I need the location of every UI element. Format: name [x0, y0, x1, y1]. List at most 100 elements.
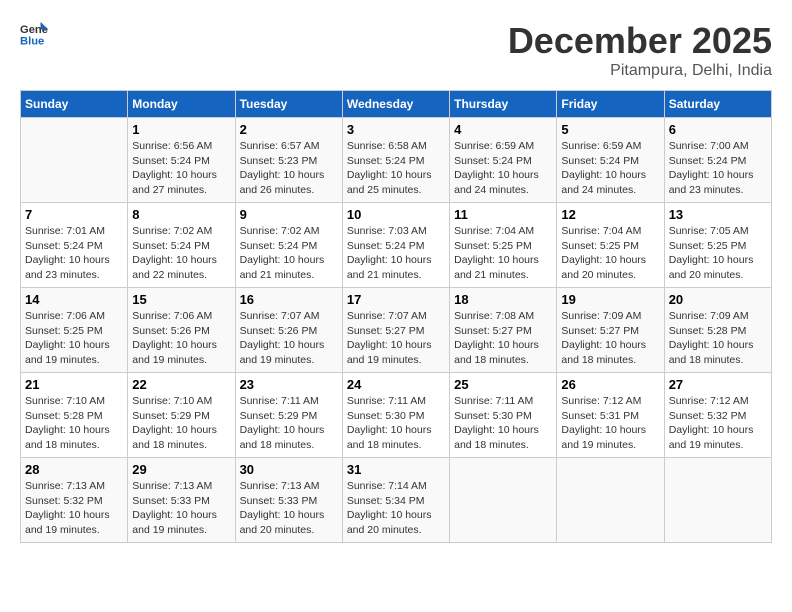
calendar-cell: [664, 458, 771, 543]
header-monday: Monday: [128, 91, 235, 118]
day-info: Sunrise: 7:10 AMSunset: 5:29 PMDaylight:…: [132, 394, 230, 453]
calendar-table: Sunday Monday Tuesday Wednesday Thursday…: [20, 90, 772, 543]
header-tuesday: Tuesday: [235, 91, 342, 118]
calendar-cell: 20Sunrise: 7:09 AMSunset: 5:28 PMDayligh…: [664, 288, 771, 373]
day-number: 3: [347, 122, 445, 137]
weekday-row: Sunday Monday Tuesday Wednesday Thursday…: [21, 91, 772, 118]
day-info: Sunrise: 7:04 AMSunset: 5:25 PMDaylight:…: [454, 224, 552, 283]
calendar-cell: 22 Sunrise: 7:10 AMSunset: 5:29 PMDayligh…: [128, 373, 235, 458]
month-title: December 2025: [508, 20, 772, 62]
calendar-cell: 24Sunrise: 7:11 AMSunset: 5:30 PMDayligh…: [342, 373, 449, 458]
calendar-body: 1 Sunrise: 6:56 AMSunset: 5:24 PMDaylight…: [21, 118, 772, 543]
calendar-cell: 30 Sunrise: 7:13 AMSunset: 5:33 PMDayligh…: [235, 458, 342, 543]
calendar-cell: 13Sunrise: 7:05 AMSunset: 5:25 PMDayligh…: [664, 203, 771, 288]
day-info: Sunrise: 7:13 AMSunset: 5:33 PMDaylight:…: [132, 479, 230, 538]
day-number: 15: [132, 292, 230, 307]
calendar-cell: 16Sunrise: 7:07 AMSunset: 5:26 PMDayligh…: [235, 288, 342, 373]
calendar-cell: 3 Sunrise: 6:58 AMSunset: 5:24 PMDaylight…: [342, 118, 449, 203]
day-number: 23: [240, 377, 338, 392]
day-info: Sunrise: 7:12 AMSunset: 5:31 PMDaylight:…: [561, 394, 659, 453]
day-number: 7: [25, 207, 123, 222]
calendar-cell: 18 Sunrise: 7:08 AMSunset: 5:27 PMDayligh…: [450, 288, 557, 373]
day-info: Sunrise: 7:02 AMSunset: 5:24 PMDaylight:…: [132, 224, 230, 283]
logo: General Blue: [20, 20, 48, 48]
day-info: Sunrise: 6:57 AMSunset: 5:23 PMDaylight:…: [240, 139, 338, 198]
day-info: Sunrise: 7:04 AMSunset: 5:25 PMDaylight:…: [561, 224, 659, 283]
calendar-cell: 11 Sunrise: 7:04 AMSunset: 5:25 PMDayligh…: [450, 203, 557, 288]
calendar-cell: 10 Sunrise: 7:03 AMSunset: 5:24 PMDayligh…: [342, 203, 449, 288]
day-number: 2: [240, 122, 338, 137]
day-number: 28: [25, 462, 123, 477]
day-number: 25: [454, 377, 552, 392]
day-number: 19: [561, 292, 659, 307]
day-number: 6: [669, 122, 767, 137]
calendar-header: Sunday Monday Tuesday Wednesday Thursday…: [21, 91, 772, 118]
calendar-week-4: 21Sunrise: 7:10 AMSunset: 5:28 PMDayligh…: [21, 373, 772, 458]
calendar-cell: 27Sunrise: 7:12 AMSunset: 5:32 PMDayligh…: [664, 373, 771, 458]
calendar-week-3: 14Sunrise: 7:06 AMSunset: 5:25 PMDayligh…: [21, 288, 772, 373]
day-number: 5: [561, 122, 659, 137]
calendar-cell: 12 Sunrise: 7:04 AMSunset: 5:25 PMDayligh…: [557, 203, 664, 288]
title-section: December 2025 Pitampura, Delhi, India: [508, 20, 772, 80]
day-info: Sunrise: 7:13 AMSunset: 5:33 PMDaylight:…: [240, 479, 338, 538]
day-info: Sunrise: 7:06 AMSunset: 5:26 PMDaylight:…: [132, 309, 230, 368]
calendar-cell: 15 Sunrise: 7:06 AMSunset: 5:26 PMDayligh…: [128, 288, 235, 373]
calendar-cell: 19 Sunrise: 7:09 AMSunset: 5:27 PMDayligh…: [557, 288, 664, 373]
day-number: 13: [669, 207, 767, 222]
day-info: Sunrise: 7:10 AMSunset: 5:28 PMDaylight:…: [25, 394, 123, 453]
calendar-cell: 7Sunrise: 7:01 AMSunset: 5:24 PMDaylight…: [21, 203, 128, 288]
day-info: Sunrise: 7:11 AMSunset: 5:29 PMDaylight:…: [240, 394, 338, 453]
calendar-cell: 6 Sunrise: 7:00 AMSunset: 5:24 PMDaylight…: [664, 118, 771, 203]
day-number: 1: [132, 122, 230, 137]
calendar-cell: 2 Sunrise: 6:57 AMSunset: 5:23 PMDaylight…: [235, 118, 342, 203]
calendar-cell: 25 Sunrise: 7:11 AMSunset: 5:30 PMDayligh…: [450, 373, 557, 458]
day-number: 10: [347, 207, 445, 222]
svg-text:Blue: Blue: [20, 35, 44, 47]
calendar-cell: [450, 458, 557, 543]
day-number: 16: [240, 292, 338, 307]
day-info: Sunrise: 7:11 AMSunset: 5:30 PMDaylight:…: [454, 394, 552, 453]
day-info: Sunrise: 7:00 AMSunset: 5:24 PMDaylight:…: [669, 139, 767, 198]
calendar-cell: 9Sunrise: 7:02 AMSunset: 5:24 PMDaylight…: [235, 203, 342, 288]
calendar-cell: 1 Sunrise: 6:56 AMSunset: 5:24 PMDaylight…: [128, 118, 235, 203]
day-number: 8: [132, 207, 230, 222]
day-info: Sunrise: 7:06 AMSunset: 5:25 PMDaylight:…: [25, 309, 123, 368]
calendar-week-1: 1 Sunrise: 6:56 AMSunset: 5:24 PMDaylight…: [21, 118, 772, 203]
header-friday: Friday: [557, 91, 664, 118]
calendar-cell: 21Sunrise: 7:10 AMSunset: 5:28 PMDayligh…: [21, 373, 128, 458]
header-thursday: Thursday: [450, 91, 557, 118]
day-info: Sunrise: 7:07 AMSunset: 5:27 PMDaylight:…: [347, 309, 445, 368]
day-number: 30: [240, 462, 338, 477]
day-info: Sunrise: 7:08 AMSunset: 5:27 PMDaylight:…: [454, 309, 552, 368]
location: Pitampura, Delhi, India: [508, 62, 772, 80]
day-info: Sunrise: 7:13 AMSunset: 5:32 PMDaylight:…: [25, 479, 123, 538]
day-number: 22: [132, 377, 230, 392]
day-info: Sunrise: 7:09 AMSunset: 5:27 PMDaylight:…: [561, 309, 659, 368]
page-header: General Blue December 2025 Pitampura, De…: [20, 20, 772, 80]
day-number: 12: [561, 207, 659, 222]
header-sunday: Sunday: [21, 91, 128, 118]
day-info: Sunrise: 6:56 AMSunset: 5:24 PMDaylight:…: [132, 139, 230, 198]
day-info: Sunrise: 7:03 AMSunset: 5:24 PMDaylight:…: [347, 224, 445, 283]
calendar-cell: 28 Sunrise: 7:13 AMSunset: 5:32 PMDayligh…: [21, 458, 128, 543]
calendar-cell: 26 Sunrise: 7:12 AMSunset: 5:31 PMDayligh…: [557, 373, 664, 458]
day-number: 26: [561, 377, 659, 392]
day-info: Sunrise: 6:59 AMSunset: 5:24 PMDaylight:…: [454, 139, 552, 198]
day-number: 29: [132, 462, 230, 477]
calendar-cell: 31 Sunrise: 7:14 AMSunset: 5:34 PMDayligh…: [342, 458, 449, 543]
day-info: Sunrise: 7:14 AMSunset: 5:34 PMDaylight:…: [347, 479, 445, 538]
day-number: 24: [347, 377, 445, 392]
calendar-cell: 29 Sunrise: 7:13 AMSunset: 5:33 PMDayligh…: [128, 458, 235, 543]
day-info: Sunrise: 6:58 AMSunset: 5:24 PMDaylight:…: [347, 139, 445, 198]
header-wednesday: Wednesday: [342, 91, 449, 118]
calendar-cell: [557, 458, 664, 543]
day-info: Sunrise: 7:02 AMSunset: 5:24 PMDaylight:…: [240, 224, 338, 283]
calendar-week-2: 7Sunrise: 7:01 AMSunset: 5:24 PMDaylight…: [21, 203, 772, 288]
day-number: 17: [347, 292, 445, 307]
calendar-cell: 4 Sunrise: 6:59 AMSunset: 5:24 PMDaylight…: [450, 118, 557, 203]
day-number: 18: [454, 292, 552, 307]
day-number: 31: [347, 462, 445, 477]
day-number: 4: [454, 122, 552, 137]
calendar-cell: [21, 118, 128, 203]
day-number: 11: [454, 207, 552, 222]
